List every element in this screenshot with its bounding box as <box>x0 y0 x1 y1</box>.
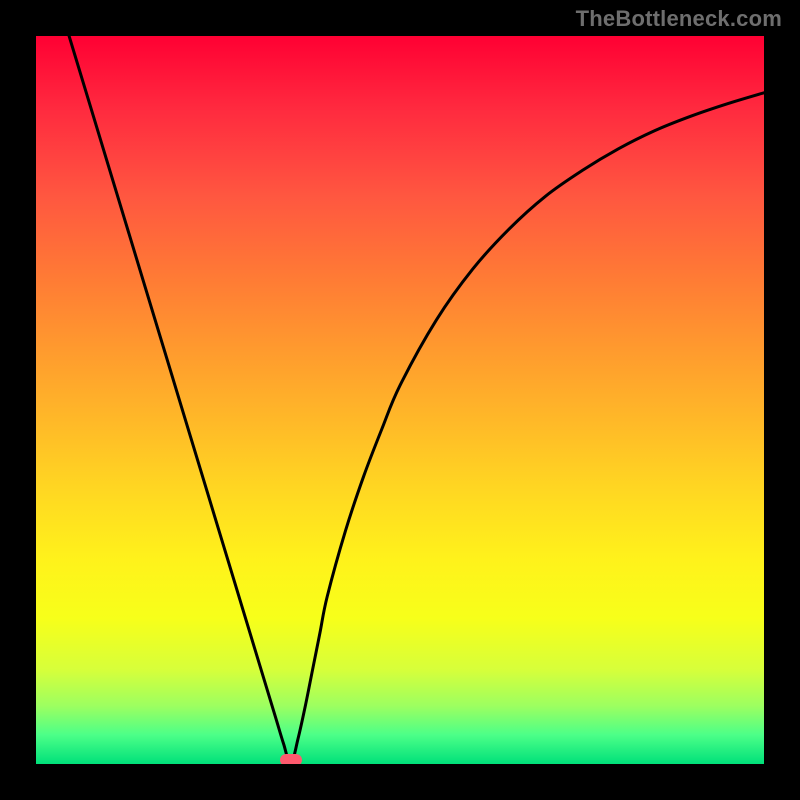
plot-area <box>36 36 764 764</box>
chart-frame: TheBottleneck.com <box>0 0 800 800</box>
curve-layer <box>36 36 764 764</box>
bottleneck-curve <box>36 36 764 764</box>
watermark-text: TheBottleneck.com <box>576 6 782 32</box>
minimum-marker <box>280 754 302 764</box>
